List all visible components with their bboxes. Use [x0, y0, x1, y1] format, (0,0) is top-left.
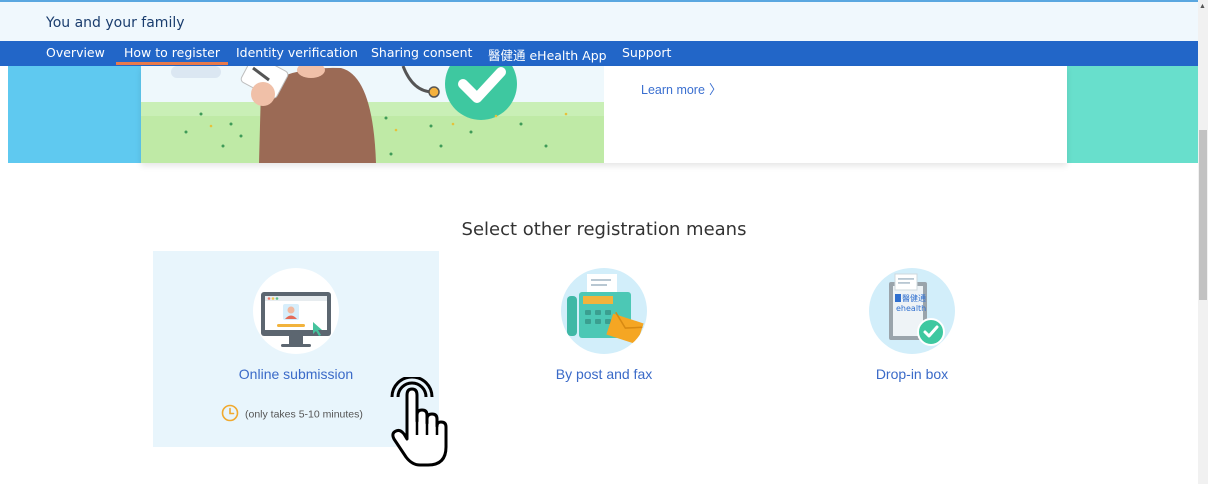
scroll-up-arrow-icon[interactable]: ▲ — [1199, 3, 1206, 10]
option-drop-in-box[interactable]: 醫健通 ehealth Drop-in box — [769, 251, 1055, 447]
main-nav: Overview How to register Identity verifi… — [0, 41, 1198, 66]
header-title[interactable]: You and your family — [46, 15, 185, 31]
banner-illustration — [141, 66, 604, 163]
nav-how-to-register[interactable]: How to register — [116, 45, 228, 65]
box-ehealth-text: ehealth — [896, 304, 926, 313]
nav-sharing-consent[interactable]: Sharing consent — [371, 45, 472, 60]
banner-background-right — [1067, 66, 1198, 163]
option-post-and-fax[interactable]: By post and fax — [461, 251, 747, 447]
option-drop-in-box-label: Drop-in box — [875, 366, 949, 382]
scrollbar-thumb[interactable] — [1199, 130, 1207, 300]
learn-more-label: Learn more — [641, 83, 705, 97]
clock-icon — [221, 404, 239, 425]
learn-more-link[interactable]: Learn more 〉 — [641, 79, 722, 98]
nav-support[interactable]: Support — [622, 45, 671, 60]
nav-ehealth-app[interactable]: 醫健通 eHealth App — [488, 45, 607, 64]
banner-card: Learn more 〉 — [141, 66, 1067, 163]
fax-icon — [561, 268, 647, 354]
nav-overview[interactable]: Overview — [46, 45, 105, 60]
vertical-scrollbar[interactable]: ▲ — [1198, 0, 1208, 484]
site-header: You and your family — [0, 0, 1198, 41]
time-note-text: (only takes 5-10 minutes) — [245, 408, 363, 421]
box-chinese-text: 醫健通 — [902, 293, 926, 303]
computer-icon — [253, 268, 339, 354]
drop-in-box-icon: 醫健通 ehealth — [869, 268, 955, 354]
option-post-and-fax-label: By post and fax — [555, 366, 653, 382]
banner-background-left — [8, 66, 141, 163]
time-note: (only takes 5-10 minutes) — [221, 404, 363, 425]
hand-pointer-cursor-icon — [388, 375, 452, 474]
chevron-right-icon: 〉 — [708, 82, 722, 97]
section-title: Select other registration means — [461, 219, 747, 240]
nav-identity-verification[interactable]: Identity verification — [236, 45, 358, 60]
